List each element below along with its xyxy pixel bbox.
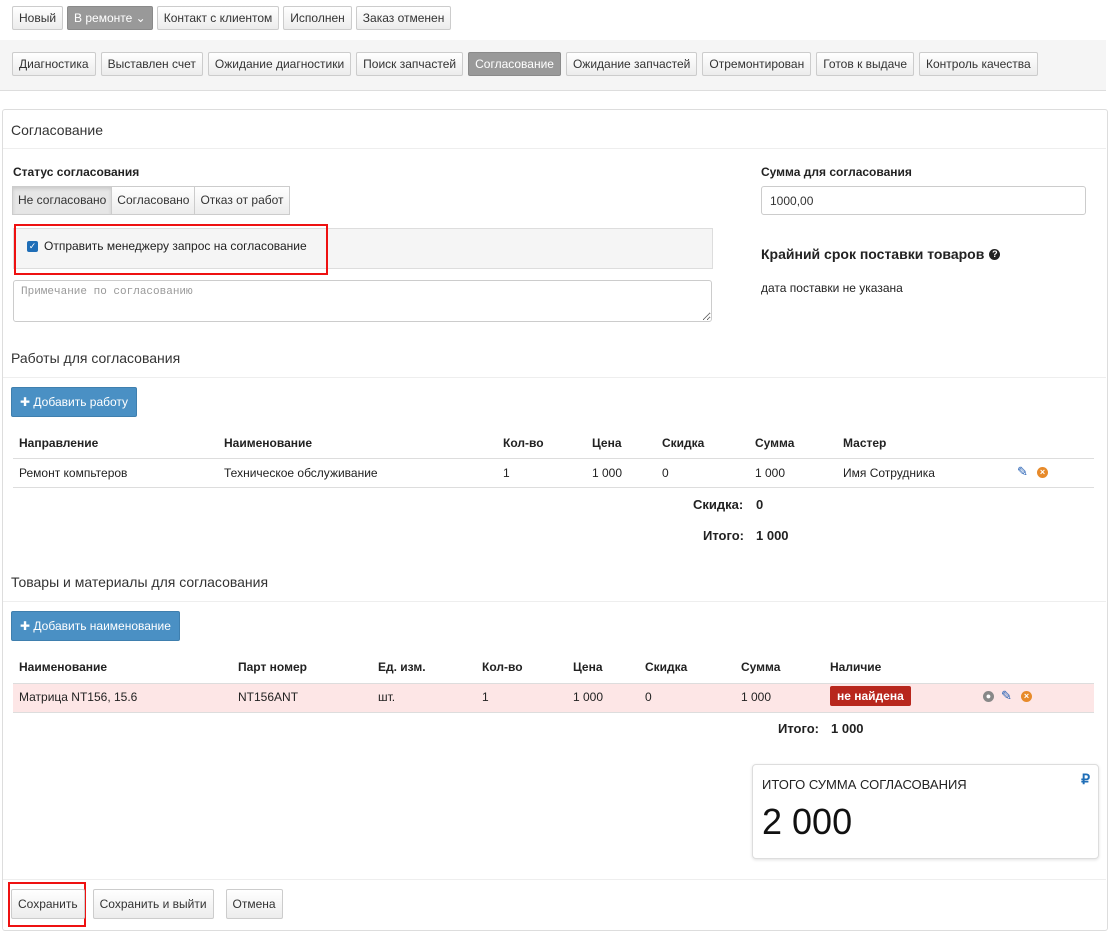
divider xyxy=(3,148,1106,149)
checkbox-checked-icon[interactable]: ✓ xyxy=(27,240,38,252)
view-icon[interactable]: ● xyxy=(983,691,994,702)
divider xyxy=(3,879,1106,880)
table-row xyxy=(13,683,1094,713)
status-new-button[interactable]: Новый xyxy=(12,6,64,30)
send-request-label: Отправить менеджеру запрос на согласован… xyxy=(44,239,307,253)
goods-header-qty: Кол-во xyxy=(482,660,523,674)
substatus-diagnostics-button[interactable]: Диагностика xyxy=(12,52,96,76)
chevron-down-icon: ⌄ xyxy=(135,11,146,25)
work-name: Техническое обслуживание xyxy=(224,466,378,480)
goods-qty: 1 xyxy=(482,690,489,704)
goods-sum: 1 000 xyxy=(741,690,772,704)
works-discount-value: 0 xyxy=(756,497,764,512)
works-discount-label: Скидка: xyxy=(693,497,744,512)
status-row: Новый В ремонте ⌄ Контакт с клиентом Исп… xyxy=(12,6,452,30)
works-header-name: Наименование xyxy=(224,436,313,450)
works-header-master: Мастер xyxy=(843,436,887,450)
status-in-repair-button[interactable]: В ремонте ⌄ xyxy=(67,6,153,30)
approval-total-value: 2 000 xyxy=(762,801,853,842)
works-title: Работы для согласования xyxy=(11,350,181,366)
works-header-discount: Скидка xyxy=(662,436,705,450)
panel-title: Согласование xyxy=(11,122,103,138)
substatus-row: Диагностика Выставлен счет Ожидание диаг… xyxy=(12,52,1038,76)
approval-refused-button[interactable]: Отказ от работ xyxy=(194,186,290,215)
deadline-title: Крайний срок поставки товаров xyxy=(761,246,985,262)
goods-header-price: Цена xyxy=(573,660,603,674)
plus-icon: ✚ xyxy=(20,395,31,409)
footer-actions: Сохранить Сохранить и выйти Отмена xyxy=(9,889,283,919)
pencil-icon[interactable]: ✎ xyxy=(1017,465,1028,478)
divider xyxy=(3,601,1106,602)
goods-total-label: Итого: xyxy=(778,721,819,736)
works-header-sum: Сумма xyxy=(755,436,795,450)
status-contact-client-button[interactable]: Контакт с клиентом xyxy=(156,6,280,30)
substatus-wait-diagnostics-button[interactable]: Ожидание диагностики xyxy=(207,52,352,76)
delete-icon[interactable]: × xyxy=(1021,691,1032,702)
substatus-repaired-button[interactable]: Отремонтирован xyxy=(702,52,812,76)
plus-icon: ✚ xyxy=(20,619,31,633)
work-qty: 1 xyxy=(503,466,510,480)
sum-input[interactable] xyxy=(761,186,1086,215)
delete-icon[interactable]: × xyxy=(1037,467,1048,478)
divider xyxy=(13,487,1094,488)
pencil-icon[interactable]: ✎ xyxy=(1001,689,1012,702)
goods-part: NT156ANT xyxy=(238,690,299,704)
goods-unit: шт. xyxy=(378,690,396,704)
works-total-value: 1 000 xyxy=(756,528,789,543)
goods-header-part: Парт номер xyxy=(238,660,307,674)
goods-discount: 0 xyxy=(645,690,652,704)
substatus-quality-button[interactable]: Контроль качества xyxy=(919,52,1038,76)
divider xyxy=(13,458,1094,459)
add-item-button[interactable]: ✚ Добавить наименование xyxy=(11,611,180,641)
goods-header-name: Наименование xyxy=(19,660,108,674)
ruble-icon: ₽ xyxy=(1081,771,1090,787)
status-done-button[interactable]: Исполнен xyxy=(283,6,352,30)
substatus-wait-parts-button[interactable]: Ожидание запчастей xyxy=(565,52,698,76)
works-header-qty: Кол-во xyxy=(503,436,544,450)
goods-header-availability: Наличие xyxy=(830,660,882,674)
approval-not-approved-button[interactable]: Не согласовано xyxy=(12,186,113,215)
substatus-invoice-button[interactable]: Выставлен счет xyxy=(100,52,203,76)
send-request-row[interactable]: ✓ Отправить менеджеру запрос на согласов… xyxy=(27,239,307,253)
approval-total-label: ИТОГО СУММА СОГЛАСОВАНИЯ xyxy=(762,777,967,792)
substatus-approval-button[interactable]: Согласование xyxy=(468,52,561,76)
work-direction: Ремонт компьтеров xyxy=(19,466,128,480)
approval-approved-button[interactable]: Согласовано xyxy=(111,186,196,215)
deadline-title-row: Крайний срок поставки товаров ? xyxy=(761,246,1001,262)
status-cancelled-button[interactable]: Заказ отменен xyxy=(355,6,452,30)
work-price: 1 000 xyxy=(592,466,623,480)
goods-price: 1 000 xyxy=(573,690,604,704)
work-discount: 0 xyxy=(662,466,669,480)
save-button[interactable]: Сохранить xyxy=(11,889,85,919)
deadline-value: дата поставки не указана xyxy=(761,281,903,295)
work-master: Имя Сотрудника xyxy=(843,466,935,480)
works-header-price: Цена xyxy=(592,436,622,450)
goods-title: Товары и материалы для согласования xyxy=(11,574,269,590)
goods-header-discount: Скидка xyxy=(645,660,688,674)
save-exit-button[interactable]: Сохранить и выйти xyxy=(92,889,214,919)
approval-status-label: Статус согласования xyxy=(13,165,140,179)
goods-name: Матрица NT156, 15.6 xyxy=(19,690,138,704)
add-work-button[interactable]: ✚ Добавить работу xyxy=(11,387,138,417)
status-in-repair-label: В ремонте xyxy=(74,11,133,25)
approval-status-group: Не согласовано Согласовано Отказ от рабо… xyxy=(12,186,290,215)
help-icon[interactable]: ? xyxy=(989,248,1001,260)
divider xyxy=(3,377,1106,378)
work-sum: 1 000 xyxy=(755,466,786,480)
substatus-ready-button[interactable]: Готов к выдаче xyxy=(816,52,914,76)
availability-badge: не найдена xyxy=(830,686,911,706)
sum-label: Сумма для согласования xyxy=(761,165,912,179)
add-item-label: Добавить наименование xyxy=(33,619,171,633)
add-work-label: Добавить работу xyxy=(33,395,129,409)
goods-total-value: 1 000 xyxy=(831,721,864,736)
goods-header-unit: Ед. изм. xyxy=(378,660,426,674)
substatus-parts-search-button[interactable]: Поиск запчастей xyxy=(356,52,464,76)
approval-total-card: ИТОГО СУММА СОГЛАСОВАНИЯ 2 000 ₽ xyxy=(752,764,1099,859)
approval-note-field[interactable] xyxy=(13,280,712,322)
works-total-label: Итого: xyxy=(703,528,744,543)
goods-header-sum: Сумма xyxy=(741,660,781,674)
cancel-button[interactable]: Отмена xyxy=(225,889,283,919)
works-header-direction: Направление xyxy=(19,436,99,450)
